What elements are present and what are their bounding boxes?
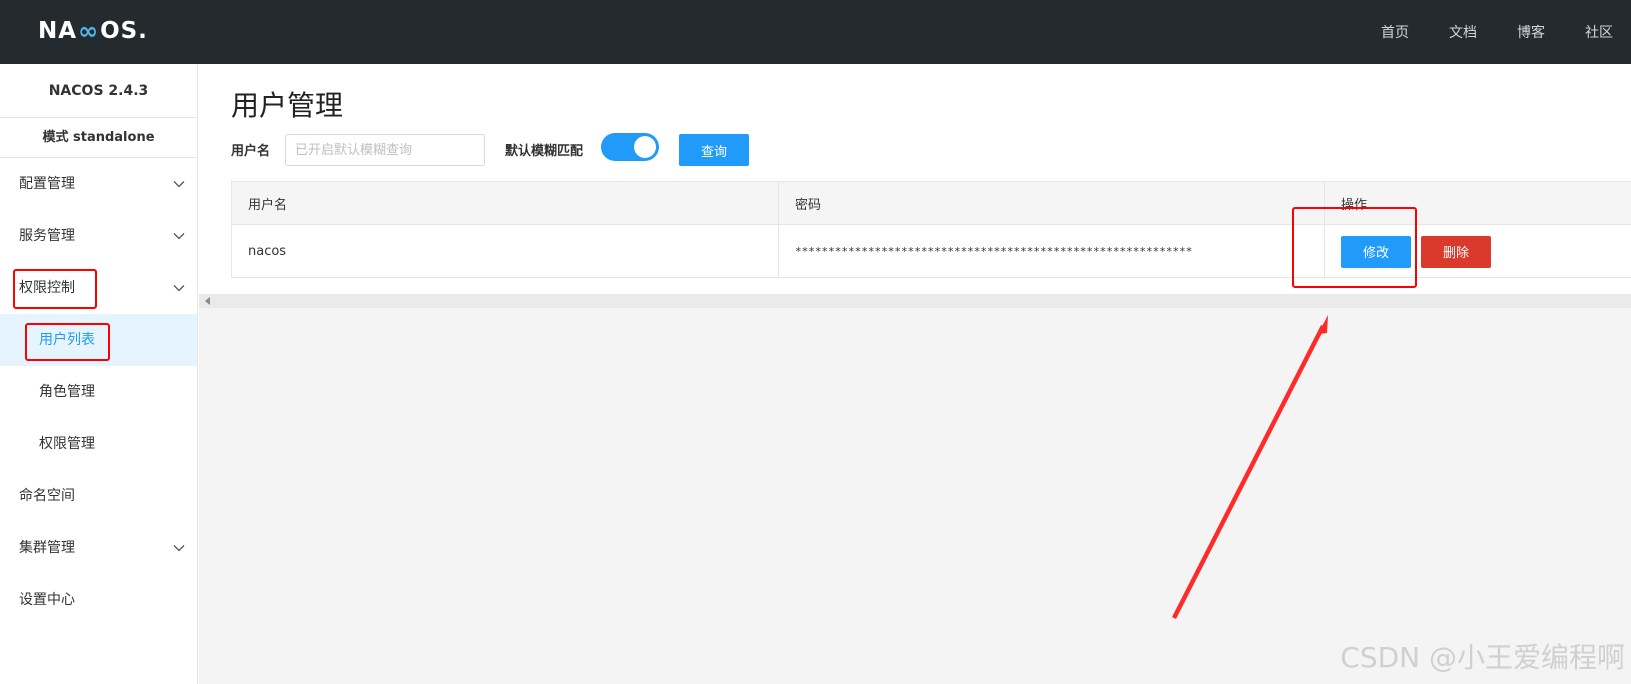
page-title: 用户管理: [231, 89, 344, 122]
main-content: 用户管理 用户名 默认模糊匹配 查询 用户名 密码 操作 nacos *****…: [199, 64, 1631, 684]
chevron-down-icon: [171, 262, 187, 314]
fuzzy-match-label: 默认模糊匹配: [505, 144, 584, 159]
cell-username: nacos: [248, 244, 287, 259]
sidebar-item-label: 服务管理: [19, 228, 75, 244]
sidebar-item-cluster[interactable]: 集群管理: [0, 522, 197, 574]
sidebar-item-service[interactable]: 服务管理: [0, 210, 197, 262]
nacos-logo[interactable]: NA ∞ OS.: [38, 16, 148, 46]
table-row: nacos **********************************…: [232, 225, 1631, 278]
cell-password: ****************************************…: [778, 225, 1324, 278]
username-search-input[interactable]: [285, 134, 485, 166]
annotation-box-user-list: [25, 323, 110, 361]
sidebar-item-label: 集群管理: [19, 540, 75, 556]
logo-text-left: NA: [38, 18, 78, 44]
annotation-box-auth: [13, 269, 97, 309]
sidebar-item-permission-management[interactable]: 权限管理: [0, 418, 197, 470]
toggle-knob: [634, 136, 656, 158]
sidebar-item-label: 权限管理: [39, 436, 95, 452]
sidebar-item-label: 配置管理: [19, 176, 75, 192]
nav-home-link[interactable]: 首页: [1381, 22, 1409, 42]
sidebar-item-label: 命名空间: [19, 488, 75, 504]
nav-docs-link[interactable]: 文档: [1449, 22, 1477, 42]
chevron-down-icon: [171, 158, 187, 210]
sidebar-item-config[interactable]: 配置管理: [0, 158, 197, 210]
sidebar-item-label: 角色管理: [39, 384, 95, 400]
csdn-watermark: CSDN @小王爱编程啊: [1340, 641, 1625, 674]
query-button[interactable]: 查询: [679, 134, 749, 166]
fuzzy-match-toggle[interactable]: [601, 133, 659, 161]
delete-button[interactable]: 删除: [1421, 235, 1491, 268]
chevron-down-icon: [171, 210, 187, 262]
column-header-password: 密码: [778, 182, 1324, 224]
annotation-box-edit: [1292, 207, 1417, 288]
top-nav: 首页 文档 博客 社区: [1341, 0, 1613, 64]
app-root: NA ∞ OS. 首页 文档 博客 社区 NACOS 2.4.3 模式 stan…: [0, 0, 1631, 684]
column-header-username: 用户名: [248, 197, 288, 213]
nav-blog-link[interactable]: 博客: [1517, 22, 1545, 42]
mode-label: 模式 standalone: [0, 118, 197, 158]
sidebar: NACOS 2.4.3 模式 standalone 配置管理 服务管理 权限控制…: [0, 64, 198, 684]
sidebar-item-role-management[interactable]: 角色管理: [0, 366, 197, 418]
sidebar-item-settings[interactable]: 设置中心: [0, 574, 197, 626]
horizontal-scrollbar[interactable]: [199, 294, 1631, 308]
sidebar-item-label: 设置中心: [19, 592, 75, 608]
chevron-down-icon: [171, 522, 187, 574]
username-filter-label: 用户名: [231, 144, 271, 159]
version-label: NACOS 2.4.3: [0, 64, 197, 118]
table-header: 用户名 密码 操作: [232, 182, 1631, 225]
logo-text-right: OS.: [100, 18, 148, 44]
scroll-left-arrow-icon[interactable]: [205, 297, 210, 305]
nav-community-link[interactable]: 社区: [1585, 22, 1613, 42]
top-header: NA ∞ OS. 首页 文档 博客 社区: [0, 0, 1631, 64]
logo-infinity-mark: ∞: [78, 17, 100, 45]
sidebar-item-namespace[interactable]: 命名空间: [0, 470, 197, 522]
user-table: 用户名 密码 操作 nacos ************************…: [231, 181, 1631, 278]
